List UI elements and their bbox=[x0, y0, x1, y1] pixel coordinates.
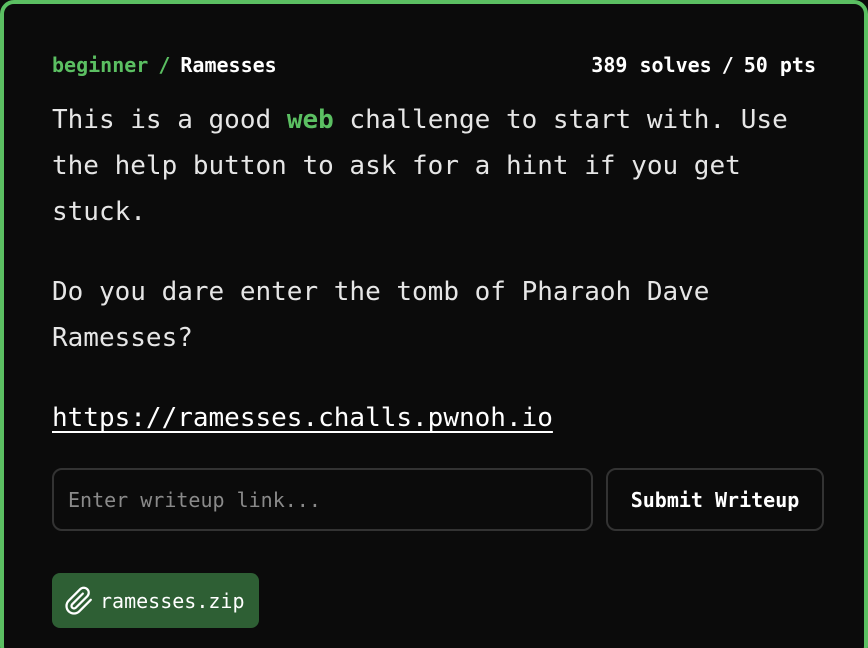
challenge-stats: 389 solves / 50 pts bbox=[591, 51, 816, 79]
challenge-header: beginner / Ramesses 389 solves / 50 pts bbox=[52, 51, 816, 79]
breadcrumb-separator: / bbox=[158, 53, 171, 77]
challenge-category: beginner bbox=[52, 53, 149, 77]
breadcrumb: beginner / Ramesses bbox=[52, 51, 277, 79]
challenge-title: Ramesses bbox=[180, 53, 277, 77]
attachment-download-button[interactable]: ramesses.zip bbox=[52, 573, 259, 628]
challenge-url-link[interactable]: https://ramesses.challs.pwnoh.io bbox=[52, 395, 553, 441]
attachment-filename: ramesses.zip bbox=[100, 588, 245, 613]
stats-separator: / bbox=[721, 53, 734, 77]
point-value: 50 pts bbox=[743, 53, 816, 77]
writeup-link-input[interactable] bbox=[52, 468, 593, 531]
category-keyword: web bbox=[286, 105, 334, 135]
challenge-description: This is a good web challenge to start wi… bbox=[52, 97, 832, 235]
solve-count: 389 solves bbox=[591, 53, 712, 77]
paperclip-icon bbox=[64, 586, 94, 616]
challenge-flavor-text: Do you dare enter the tomb of Pharaoh Da… bbox=[52, 277, 710, 353]
description-text-start: This is a good bbox=[52, 105, 287, 135]
challenge-card: beginner / Ramesses 389 solves / 50 pts This… bbox=[0, 0, 868, 648]
submit-writeup-button[interactable]: Submit Writeup bbox=[606, 468, 824, 531]
